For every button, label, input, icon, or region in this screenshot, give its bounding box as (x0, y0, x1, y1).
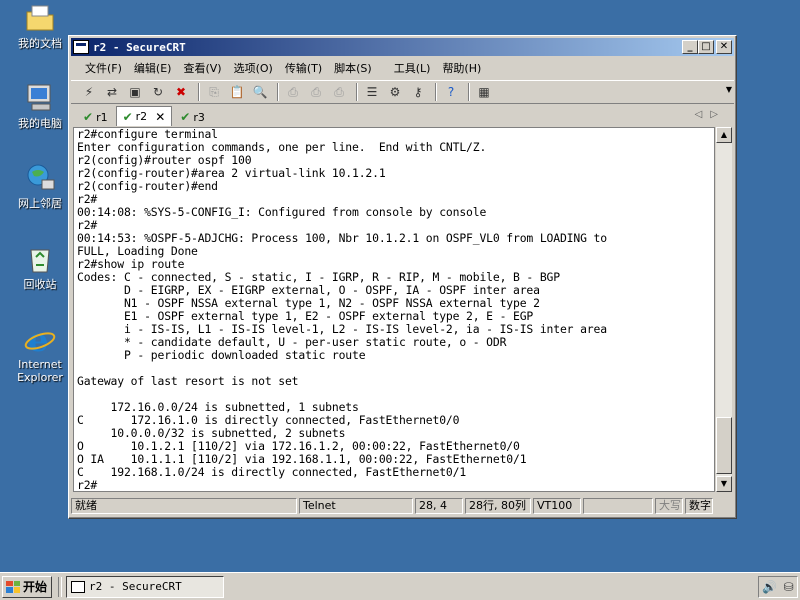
session-tabbar: ✔ r1 ✔ r2 ✕ ✔ r3 ◁▷ (71, 106, 734, 126)
windows-flag-icon (6, 580, 20, 593)
system-tray: 🔊 ⛁ (758, 576, 798, 598)
network-icon (24, 162, 56, 194)
recycle-bin-icon (24, 243, 56, 275)
disconnect-icon[interactable]: ✖ (171, 82, 191, 102)
start-button[interactable]: 开始 (2, 575, 52, 598)
securecrt-app-icon (73, 40, 89, 54)
copy-icon[interactable]: ⎘ (204, 82, 224, 102)
menu-file[interactable]: 文件(F) (79, 60, 128, 76)
taskbar-item-securecrt[interactable]: r2 - SecureCRT (66, 575, 224, 598)
tab-scroll-right-icon[interactable]: ▷ (710, 109, 726, 120)
statusbar: 就绪 Telnet 28, 4 28行, 80列 VT100 大写 数字 (71, 496, 734, 516)
menubar: 文件(F) 编辑(E) 查看(V) 选项(O) 传输(T) 脚本(S) 工具(L… (71, 58, 734, 78)
ie-icon: e (24, 321, 56, 359)
toolbar-overflow-icon[interactable]: ▼ (726, 85, 732, 94)
terminal-output[interactable]: r2#configure terminal Enter configuratio… (73, 127, 715, 492)
check-icon: ✔ (180, 110, 191, 124)
check-icon: ✔ (83, 110, 94, 124)
tab-label: r2 (135, 110, 148, 123)
connect-tab-icon[interactable]: ▣ (125, 82, 145, 102)
folder-icon (24, 2, 56, 34)
menu-help[interactable]: 帮助(H) (436, 60, 487, 76)
status-empty (583, 498, 653, 514)
reconnect-icon[interactable]: ↻ (148, 82, 168, 102)
desktop-icon-network[interactable]: 网上邻居 (8, 162, 72, 210)
menu-options[interactable]: 选项(O) (228, 60, 279, 76)
print-icon[interactable]: ⎙ (283, 82, 303, 102)
status-num: 数字 (685, 498, 713, 514)
desktop-icon-recycle-bin[interactable]: 回收站 (8, 243, 72, 291)
menu-view[interactable]: 查看(V) (177, 60, 227, 76)
status-size: 28行, 80列 (465, 498, 531, 514)
find-icon[interactable]: 🔍 (250, 82, 270, 102)
keypad-icon[interactable]: ▦ (474, 82, 494, 102)
desktop-icon-my-computer[interactable]: 我的电脑 (8, 82, 72, 130)
scroll-thumb[interactable] (716, 417, 732, 474)
securecrt-window: r2 - SecureCRT _ □ ✕ 文件(F) 编辑(E) 查看(V) 选… (68, 35, 737, 519)
status-ready: 就绪 (71, 498, 297, 514)
taskbar-item-label: r2 - SecureCRT (89, 580, 182, 593)
minimize-button[interactable]: _ (682, 40, 698, 54)
taskbar: 开始 r2 - SecureCRT 🔊 ⛁ (0, 572, 800, 600)
menu-tools[interactable]: 工具(L) (388, 60, 437, 76)
desktop-icon-internet-explorer[interactable]: e Internet Explorer (8, 321, 72, 384)
network-status-icon[interactable]: ⛁ (784, 580, 794, 594)
print-selection-icon[interactable]: ⎙ (306, 82, 326, 102)
session-options-icon[interactable]: ☰ (362, 82, 382, 102)
help-icon[interactable]: ? (441, 82, 461, 102)
tab-scroll-left-icon[interactable]: ◁ (695, 109, 711, 120)
status-protocol: Telnet (299, 498, 413, 514)
scroll-up-icon[interactable]: ▲ (716, 127, 732, 143)
toolbar: ⚡ ⇄ ▣ ↻ ✖ ⎘ 📋 🔍 ⎙ ⎙ ⎙ ☰ ⚙ ⚷ ? ▦ ▼ (71, 80, 734, 104)
quick-connect-icon[interactable]: ⇄ (102, 82, 122, 102)
scroll-down-icon[interactable]: ▼ (716, 476, 732, 492)
terminal-text: r2#configure terminal Enter configuratio… (77, 127, 607, 492)
printer-icon[interactable]: ⎙ (329, 82, 349, 102)
check-icon: ✔ (122, 109, 133, 124)
desktop-icon-my-documents[interactable]: 我的文档 (8, 2, 72, 50)
tab-r3[interactable]: ✔ r3 (174, 108, 211, 126)
status-caps: 大写 (655, 498, 683, 514)
close-tab-icon[interactable]: ✕ (155, 110, 165, 124)
computer-icon (24, 82, 56, 114)
securecrt-app-icon (71, 580, 85, 593)
menu-transfer[interactable]: 传输(T) (279, 60, 328, 76)
connect-icon[interactable]: ⚡ (79, 82, 99, 102)
status-emulation: VT100 (533, 498, 581, 514)
keymap-icon[interactable]: ⚷ (408, 82, 428, 102)
vertical-scrollbar[interactable]: ▲ ▼ (715, 127, 732, 492)
maximize-button[interactable]: □ (698, 40, 714, 54)
close-button[interactable]: ✕ (716, 40, 732, 54)
status-cursor: 28, 4 (415, 498, 463, 514)
volume-icon[interactable]: 🔊 (762, 580, 777, 594)
window-titlebar[interactable]: r2 - SecureCRT _ □ ✕ (71, 38, 734, 56)
tab-label: r3 (193, 110, 205, 124)
global-options-icon[interactable]: ⚙ (385, 82, 405, 102)
menu-edit[interactable]: 编辑(E) (128, 60, 178, 76)
start-label: 开始 (23, 580, 48, 594)
window-title: r2 - SecureCRT (93, 40, 186, 54)
tab-label: r1 (96, 110, 108, 124)
menu-script[interactable]: 脚本(S) (328, 60, 378, 76)
tab-r1[interactable]: ✔ r1 (77, 108, 114, 126)
paste-icon[interactable]: 📋 (227, 82, 247, 102)
tab-r2[interactable]: ✔ r2 ✕ (115, 106, 173, 126)
